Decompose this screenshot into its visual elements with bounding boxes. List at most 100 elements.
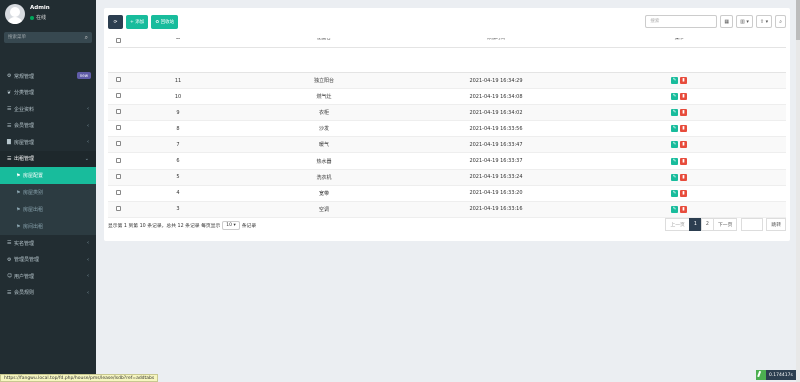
sidebar-item-member[interactable]: ☰ 会员管理 ‹ [0, 118, 96, 135]
pagination: 上一页 1 2 下一页 跳转 [665, 218, 786, 231]
table-tools: ▦ ▥ ▾ ⇪ ▾ ⌕ [645, 15, 786, 28]
row-checkbox[interactable] [115, 205, 121, 211]
row-checkbox[interactable] [115, 125, 121, 131]
page-size-select[interactable]: 10 ▾ [222, 221, 240, 230]
column-header-time[interactable]: 添加时间 [420, 38, 572, 48]
delete-button[interactable]: ▮ [680, 125, 687, 133]
table-row[interactable]: 5 洗衣机 2021-04-19 16:33:24 ✎ ▮ [108, 169, 786, 186]
pencil-icon: ✎ [672, 94, 677, 100]
sidebar-subitem-house-rent[interactable]: ⚑ 房屋出租 [0, 201, 96, 218]
sidebar-item-house[interactable]: ▇ 房屋管理 ‹ [0, 134, 96, 151]
page-scrollbar[interactable] [796, 0, 800, 382]
export-button[interactable]: ⇪ ▾ [755, 15, 773, 28]
edit-button[interactable]: ✎ [671, 77, 678, 85]
sidebar-item-label: 出租管理 [14, 156, 35, 163]
row-checkbox-cell [108, 152, 128, 170]
jump-button[interactable]: 跳转 [766, 218, 786, 231]
cell-time: 2021-04-19 16:33:20 [420, 185, 572, 202]
scrollbar-thumb[interactable] [796, 0, 800, 40]
flag-icon: ⚑ [16, 206, 21, 213]
search-icon[interactable]: ⌕ [85, 34, 88, 42]
row-checkbox[interactable] [115, 93, 121, 99]
edit-button[interactable]: ✎ [671, 205, 678, 213]
sidebar-item-general[interactable]: ⚙ 常规管理 new [0, 68, 96, 85]
sidebar-item-user[interactable]: ☺ 用户管理 ‹ [0, 268, 96, 285]
advanced-search-button[interactable]: ⌕ [775, 15, 786, 28]
sidebar-item-lease[interactable]: ☰ 出租管理 ⌄ [0, 150, 96, 167]
flag-icon: ⚑ [16, 223, 21, 230]
edit-button[interactable]: ✎ [671, 157, 678, 165]
row-checkbox[interactable] [115, 173, 121, 179]
edit-button[interactable]: ✎ [671, 93, 678, 101]
pencil-icon: ✎ [672, 158, 677, 164]
table-row[interactable]: 8 沙发 2021-04-19 16:33:56 ✎ ▮ [108, 120, 786, 138]
edit-button[interactable]: ✎ [671, 109, 678, 117]
timer-value: 0.174417s [769, 372, 793, 378]
pencil-icon: ✎ [672, 126, 677, 132]
delete-button[interactable]: ▮ [680, 189, 687, 197]
table-row[interactable]: 10 燃气灶 2021-04-19 16:34:08 ✎ ▮ [108, 88, 786, 106]
recycle-bin-button[interactable]: ♻ 回收站 [151, 15, 179, 29]
delete-button[interactable]: ▮ [680, 77, 687, 85]
delete-button[interactable]: ▮ [680, 205, 687, 213]
table-row[interactable]: 3 空调 2021-04-19 16:33:16 ✎ ▮ [108, 201, 786, 218]
edit-button[interactable]: ✎ [671, 125, 678, 133]
edit-button[interactable]: ✎ [671, 173, 678, 181]
row-checkbox[interactable] [115, 157, 121, 163]
row-checkbox[interactable] [115, 141, 121, 147]
flag-icon: ⚑ [16, 172, 21, 179]
debug-timer-badge[interactable]: 0.174417s [756, 370, 796, 380]
sidebar-subitem-room-rent[interactable]: ⚑ 房间出租 [0, 218, 96, 235]
trash-icon: ▮ [682, 126, 685, 132]
table-row[interactable]: 7 暖气 2021-04-19 16:33:47 ✎ ▮ [108, 136, 786, 154]
cell-id: 11 [128, 72, 228, 90]
delete-button[interactable]: ▮ [680, 157, 687, 165]
sidebar-item-category[interactable]: ❦ 分类管理 [0, 85, 96, 102]
gear-icon: ⚙ [7, 256, 12, 263]
edit-button[interactable]: ✎ [671, 189, 678, 197]
jump-page-input[interactable] [741, 218, 764, 231]
toggle-view-button[interactable]: ▦ [720, 15, 734, 28]
table-row[interactable]: 11 独立阳台 2021-04-19 16:34:29 ✎ ▮ [108, 72, 786, 90]
header-checkbox-cell [108, 38, 128, 48]
delete-button[interactable]: ▮ [680, 109, 687, 117]
sidebar-item-admin[interactable]: ⚙ 管理员管理 ‹ [0, 252, 96, 269]
add-button[interactable]: + 添加 [126, 15, 149, 29]
sidebar-search-input[interactable] [4, 32, 92, 43]
row-checkbox[interactable] [115, 189, 121, 195]
prev-page-button[interactable]: 上一页 [665, 218, 690, 231]
table-row[interactable]: 6 热水器 2021-04-19 16:33:37 ✎ ▮ [108, 152, 786, 170]
column-header-id[interactable]: ID [128, 38, 228, 48]
row-checkbox[interactable] [115, 109, 121, 115]
column-header-operate: 操作 [572, 38, 786, 48]
status-url: https://fangwu.local.top/fd.php/house/pm… [0, 374, 159, 382]
user-name: Admin [30, 5, 50, 11]
sidebar-item-company[interactable]: ☰ 企业资料 ‹ [0, 101, 96, 118]
select-all-checkbox[interactable] [115, 38, 121, 43]
online-dot-icon [30, 15, 34, 20]
delete-button[interactable]: ▮ [680, 173, 687, 181]
sidebar-item-realname[interactable]: ☰ 实名管理 ‹ [0, 235, 96, 252]
edit-button[interactable]: ✎ [671, 141, 678, 149]
columns-button[interactable]: ▥ ▾ [736, 15, 753, 28]
avatar[interactable] [5, 4, 25, 24]
cell-time: 2021-04-19 16:33:16 [420, 201, 572, 218]
export-icon: ⇪ ▾ [759, 18, 769, 25]
sidebar-subitem-house-type[interactable]: ⚑ 房屋类别 [0, 184, 96, 201]
table-search-input[interactable] [645, 15, 718, 28]
delete-button[interactable]: ▮ [680, 93, 687, 101]
sidebar-item-rules[interactable]: ☰ 会员规则 ‹ [0, 285, 96, 302]
table-row[interactable]: 9 衣柜 2021-04-19 16:34:02 ✎ ▮ [108, 104, 786, 122]
next-page-button[interactable]: 下一页 [712, 218, 738, 231]
cell-operate: ✎ ▮ [572, 88, 786, 106]
table-row[interactable]: 4 宽带 2021-04-19 16:33:20 ✎ ▮ [108, 185, 786, 202]
recycle-label: 回收站 [160, 20, 175, 25]
sidebar-subitem-house-config[interactable]: ⚑ 房屋配置 [0, 167, 96, 184]
refresh-button[interactable]: ⟳ [108, 15, 123, 29]
column-header-name[interactable]: 配置名 [228, 38, 420, 48]
content-panel: ⟳ + 添加 ♻ 回收站 ▦ ▥ ▾ ⇪ ▾ ⌕ ID 配置名 添加时间 操作 … [104, 8, 790, 241]
cell-id: 8 [128, 120, 228, 138]
refresh-icon: ⟳ [113, 19, 118, 25]
delete-button[interactable]: ▮ [680, 141, 687, 149]
row-checkbox[interactable] [115, 77, 121, 83]
